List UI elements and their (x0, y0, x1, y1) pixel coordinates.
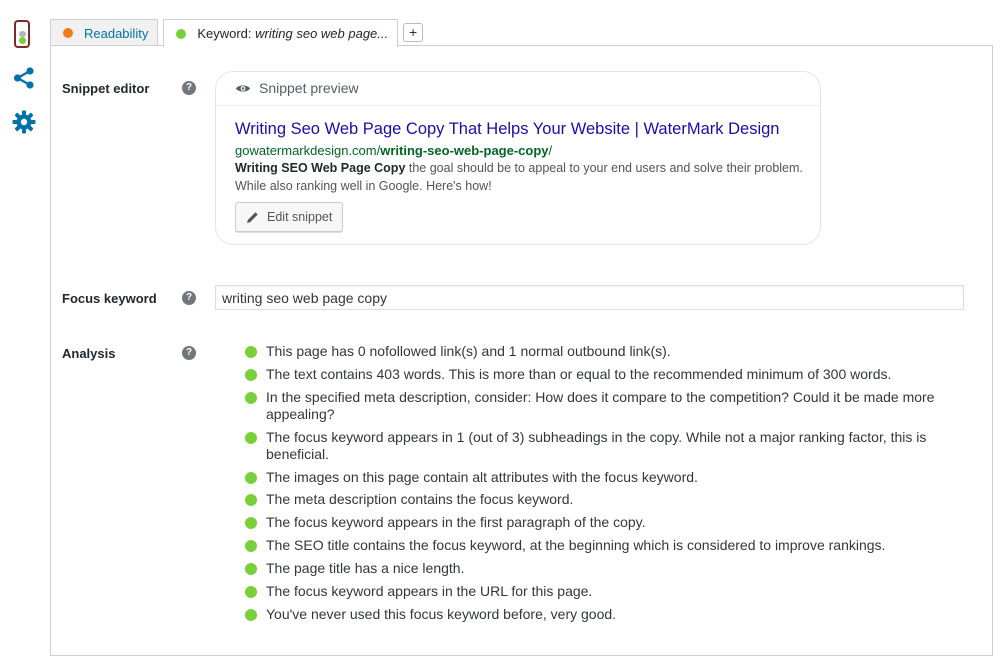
traffic-light-icon[interactable] (14, 20, 30, 48)
readability-status-dot (63, 28, 73, 38)
snippet-divider (216, 105, 820, 106)
analysis-item: The focus keyword appears in the URL for… (244, 583, 964, 600)
gear-icon[interactable] (10, 108, 38, 136)
analysis-item-text: This page has 0 nofollowed link(s) and 1… (266, 343, 671, 359)
analysis-help-icon[interactable]: ? (182, 346, 196, 360)
analysis-item-text: The meta description contains the focus … (266, 491, 574, 508)
analysis-item: You've never used this focus keyword bef… (244, 606, 964, 623)
analysis-item: The images on this page contain alt attr… (244, 469, 964, 486)
focus-keyword-input[interactable] (215, 285, 964, 310)
analysis-item-text: The page title has a nice length. (266, 560, 465, 577)
analysis-item-text: You've never used this focus keyword bef… (266, 605, 617, 622)
analysis-label: Analysis (62, 346, 116, 361)
tab-keyword[interactable]: Keyword: writing seo web page... (163, 19, 399, 47)
keyword-status-dot (176, 28, 187, 39)
analysis-item: The SEO title contains the focus keyword… (244, 537, 964, 554)
good-status-bullet (245, 431, 257, 444)
analysis-item-text: The focus keyword appears in 1 (out of 3… (266, 428, 927, 462)
tab-readability[interactable]: Readability (50, 19, 159, 46)
good-status-bullet (245, 391, 257, 404)
good-status-bullet (245, 563, 257, 576)
analysis-item: The focus keyword appears in the first p… (244, 514, 964, 531)
analysis-item: The text contains 403 words. This is mor… (244, 366, 964, 383)
snippet-editor-help-icon[interactable]: ? (182, 81, 196, 95)
tab-keyword-value: writing seo web page... (255, 26, 389, 41)
snippet-description-bold: Writing SEO Web Page Copy (235, 161, 406, 175)
analysis-tabs: Readability Keyword: writing seo web pag… (50, 19, 424, 47)
analysis-item-text: The images on this page contain alt attr… (266, 468, 698, 485)
tab-keyword-prefix: Keyword: (197, 26, 252, 41)
good-status-bullet (245, 346, 257, 358)
analysis-item: The focus keyword appears in 1 (out of 3… (244, 429, 964, 463)
good-status-bullet (245, 608, 257, 621)
analysis-item-text: In the specified meta description, consi… (266, 388, 935, 422)
analysis-item: The page title has a nice length. (244, 560, 964, 577)
good-status-bullet (245, 540, 257, 553)
analysis-item: In the specified meta description, consi… (244, 389, 964, 423)
snippet-url-base: gowatermarkdesign.com/ (235, 143, 381, 158)
good-status-bullet (245, 471, 257, 484)
keyword-panel: Snippet editor ? Snippet preview Writing… (50, 45, 993, 656)
analysis-item-text: The SEO title contains the focus keyword… (266, 537, 886, 554)
good-status-bullet (245, 586, 257, 599)
analysis-item: The meta description contains the focus … (244, 491, 964, 508)
snippet-description: Writing SEO Web Page Copy the goal shoul… (235, 159, 815, 195)
pencil-icon (247, 211, 258, 223)
focus-keyword-label: Focus keyword (62, 291, 157, 306)
snippet-url-slug: writing-seo-web-page-copy (380, 143, 549, 158)
add-keyword-button[interactable]: + (403, 23, 424, 42)
good-status-bullet (245, 368, 257, 381)
snippet-editor-label: Snippet editor (62, 81, 150, 96)
analysis-item-text: The text contains 403 words. This is mor… (266, 365, 892, 382)
analysis-item: This page has 0 nofollowed link(s) and 1… (244, 343, 964, 360)
analysis-item-text: The focus keyword appears in the URL for… (266, 583, 593, 600)
eye-icon (236, 85, 250, 91)
snippet-preview-card: Snippet preview Writing Seo Web Page Cop… (215, 71, 821, 245)
good-status-bullet (245, 517, 257, 530)
good-status-bullet (245, 494, 257, 507)
snippet-title[interactable]: Writing Seo Web Page Copy That Helps You… (235, 120, 779, 139)
snippet-url-tail: / (548, 143, 553, 158)
analysis-item-text: The focus keyword appears in the first p… (266, 514, 646, 531)
share-icon[interactable] (10, 64, 38, 92)
edit-snippet-label: Edit snippet (267, 210, 333, 224)
tab-readability-label: Readability (84, 25, 149, 41)
snippet-url: gowatermarkdesign.com/writing-seo-web-pa… (235, 143, 552, 158)
analysis-results-list: This page has 0 nofollowed link(s) and 1… (244, 343, 964, 629)
snippet-preview-label: Snippet preview (259, 80, 359, 96)
snippet-preview-header: Snippet preview (235, 80, 359, 96)
edit-snippet-button[interactable]: Edit snippet (235, 202, 344, 232)
focus-keyword-help-icon[interactable]: ? (182, 291, 196, 305)
